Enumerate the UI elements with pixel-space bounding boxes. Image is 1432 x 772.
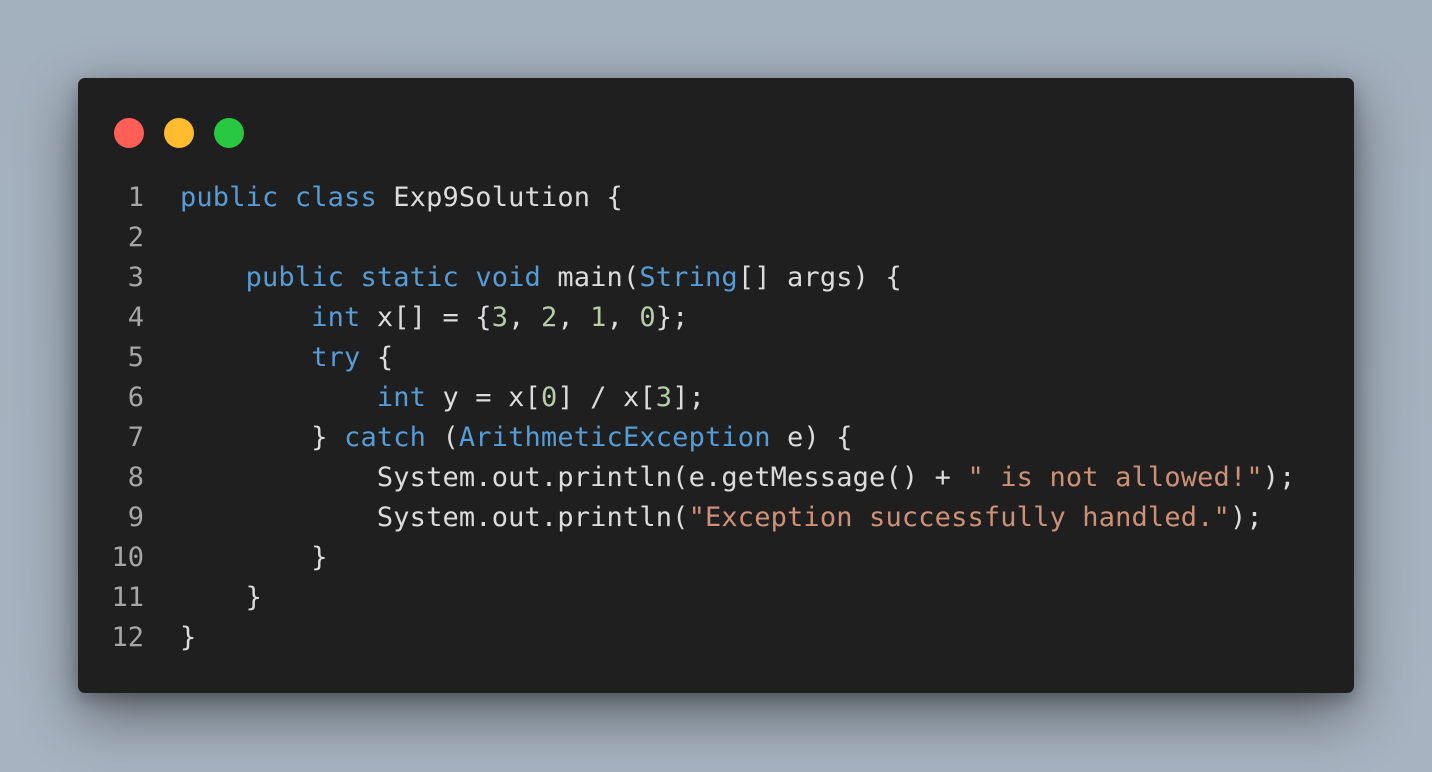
line-number: 4	[127, 302, 144, 333]
line-number: 11	[111, 582, 144, 613]
code-token: Exp9Solution {	[376, 182, 623, 213]
code-token: ] / x[	[557, 382, 656, 413]
line-number: 12	[111, 622, 144, 653]
line-number: 1	[127, 182, 144, 213]
code-token: System.out.println(	[180, 502, 689, 533]
zoom-dot-icon[interactable]	[214, 118, 244, 148]
code-token: int	[376, 382, 427, 413]
code-token: 0	[639, 302, 656, 333]
line-source: public static void main(String[] args) {	[180, 258, 902, 298]
code-token: int	[311, 302, 361, 333]
close-dot-icon[interactable]	[114, 118, 144, 148]
code-token: e) {	[770, 422, 853, 453]
code-token: 2	[540, 302, 558, 333]
code-token: };	[655, 302, 689, 333]
line-source: System.out.println("Exception successful…	[180, 498, 1263, 538]
code-token: " is not allowed!"	[967, 462, 1263, 493]
code-token: 3	[491, 302, 509, 333]
line-number: 9	[127, 502, 144, 533]
code-token: {	[360, 342, 394, 373]
line-number: 7	[127, 422, 144, 453]
minimize-dot-icon[interactable]	[164, 118, 194, 148]
code-line: 5 try {	[78, 338, 1354, 378]
line-source: int x[] = {3, 2, 1, 0};	[180, 298, 689, 338]
code-token: class	[294, 182, 377, 213]
code-token: y = x[	[426, 382, 541, 413]
code-line: 9 System.out.println("Exception successf…	[78, 498, 1354, 538]
code-line: 3 public static void main(String[] args)…	[78, 258, 1354, 298]
code-line: 12}	[78, 618, 1354, 658]
code-token: }	[180, 422, 345, 453]
code-token: public	[180, 182, 279, 213]
code-token: ,	[508, 302, 541, 333]
code-token: (	[426, 422, 459, 453]
line-number: 5	[127, 342, 144, 373]
code-token: );	[1229, 502, 1263, 533]
code-line: 1 public class Exp9Solution {	[78, 178, 1354, 218]
code-token: );	[1262, 462, 1296, 493]
code-token: }	[180, 582, 263, 613]
code-token: System.out.println(e.getMessage() +	[180, 462, 968, 493]
code-token: catch	[344, 422, 427, 453]
code-line: 6 int y = x[0] / x[3];	[78, 378, 1354, 418]
code-token: ];	[672, 382, 705, 413]
line-source: System.out.println(e.getMessage() + " is…	[180, 458, 1296, 498]
code-token: String	[639, 262, 738, 293]
line-source: try {	[180, 338, 393, 378]
code-token: public	[245, 262, 345, 293]
code-token: }	[180, 622, 197, 653]
line-source: }	[180, 578, 262, 618]
code-token: 1	[590, 302, 607, 333]
code-token: ,	[557, 302, 591, 333]
code-line: 10 }	[78, 538, 1354, 578]
code-token: 0	[540, 382, 558, 413]
code-line: 4 int x[] = {3, 2, 1, 0};	[78, 298, 1354, 338]
line-source: } catch (ArithmeticException e) {	[180, 418, 853, 458]
code-line: 8 System.out.println(e.getMessage() + " …	[78, 458, 1354, 498]
line-number: 3	[127, 262, 144, 293]
line-source: int y = x[0] / x[3];	[180, 378, 705, 418]
line-source: }	[180, 538, 328, 578]
line-number: 8	[127, 462, 144, 493]
code-token: x[] = {	[360, 302, 492, 333]
code-token: main(	[540, 262, 640, 293]
code-token: try	[311, 342, 361, 373]
code-token: [] args) {	[737, 262, 902, 293]
code-token: void	[475, 262, 541, 293]
code-token: "Exception successfully handled."	[688, 502, 1230, 533]
line-source: }	[180, 618, 196, 658]
code-token: static	[360, 262, 459, 293]
code-token: ,	[606, 302, 640, 333]
line-number: 10	[111, 542, 144, 573]
code-token: ArithmeticException	[458, 422, 771, 453]
line-source: public class Exp9Solution {	[180, 178, 623, 218]
code-line: 11 }	[78, 578, 1354, 618]
code-window: 1 public class Exp9Solution {2 3 public st…	[78, 78, 1354, 693]
code-line: 7 } catch (ArithmeticException e) {	[78, 418, 1354, 458]
code-line: 2	[78, 218, 1354, 258]
code-token: 3	[655, 382, 673, 413]
code-block: 1 public class Exp9Solution {2 3 public st…	[78, 178, 1354, 658]
line-number: 2	[127, 222, 144, 253]
code-token: }	[180, 542, 328, 573]
line-number: 6	[127, 382, 144, 413]
